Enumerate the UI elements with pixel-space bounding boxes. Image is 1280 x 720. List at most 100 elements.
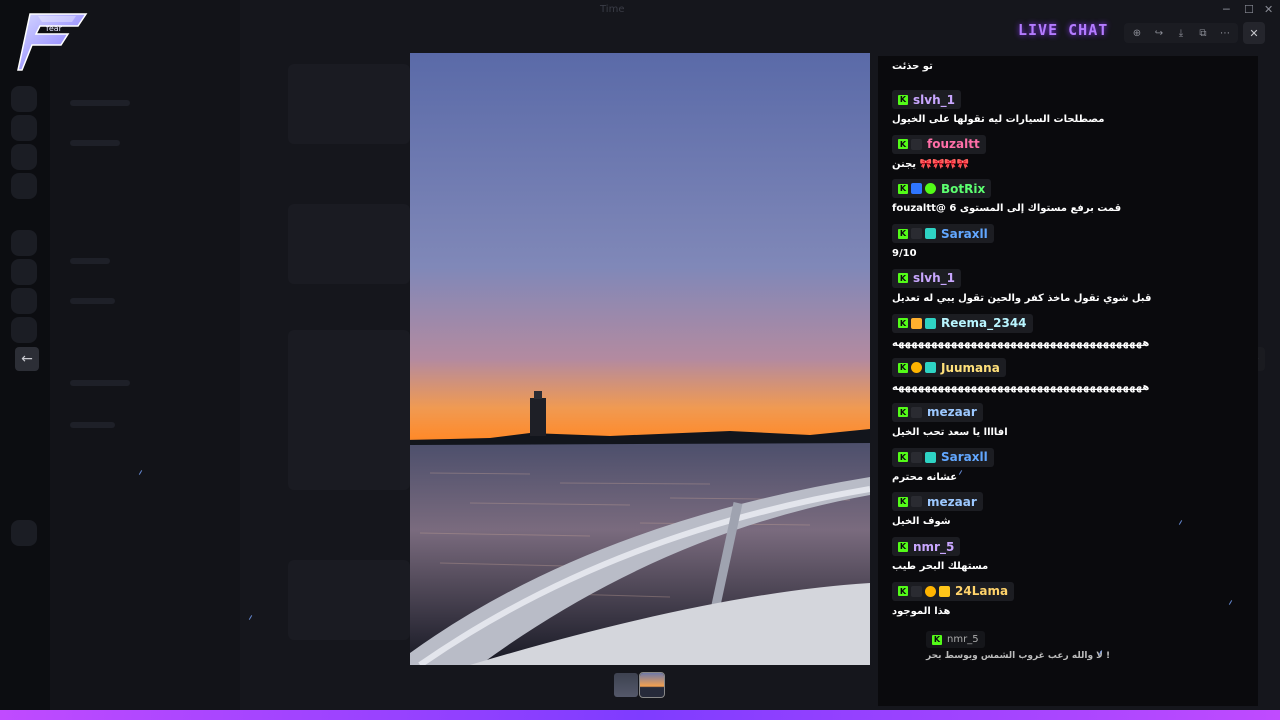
thumbnail-selected[interactable] <box>639 672 665 698</box>
chat-message: K BotRix قمت برفع مستواك إلى المستوى 6 @fo… <box>892 176 1121 214</box>
close-icon: ✕ <box>1249 26 1259 40</box>
previous-image-button[interactable]: ← <box>15 347 39 371</box>
chat-user-chip[interactable]: K BotRix <box>892 179 992 199</box>
channel-item[interactable] <box>70 140 120 146</box>
kick-badge-icon: K <box>898 541 908 552</box>
chat-user-chip[interactable]: K nmr_5 <box>926 631 985 648</box>
kick-badge-icon: K <box>898 586 908 597</box>
channel-item[interactable] <box>70 100 130 106</box>
chat-user-chip[interactable]: K Saraxll <box>892 224 994 244</box>
gift-sub-badge-icon <box>925 362 936 374</box>
chat-username: 24Lama <box>955 584 1009 599</box>
open-external-button[interactable]: ⧉ <box>1192 23 1214 43</box>
channel-item[interactable] <box>70 258 110 264</box>
download-button[interactable]: ⤓ <box>1170 23 1192 43</box>
kick-badge-icon: K <box>932 634 942 645</box>
window-close-button[interactable]: ✕ <box>1264 3 1273 16</box>
pinned-message: K nmr_5 ! لا والله رعب غروب الشمس وبوسط … <box>926 627 1110 661</box>
chat-message: Kslvh_1 قبل شوي تقول ماخذ كفر والحين تقول… <box>892 266 1151 304</box>
minimize-button[interactable]: ─ <box>1223 3 1230 16</box>
channel-list <box>50 0 240 710</box>
one-month-badge-icon <box>925 585 936 597</box>
chat-username: Saraxll <box>941 226 988 241</box>
chat-message-text: 🎀🎀🎀🎀 يجنن <box>892 158 970 170</box>
embed-card <box>288 204 410 284</box>
zoom-button[interactable]: ⊕ <box>1126 23 1148 43</box>
chat-message: Kfouzaltt 🎀🎀🎀🎀 يجنن <box>892 132 986 170</box>
chat-user-chip[interactable]: Kslvh_1 <box>892 90 961 109</box>
blank-badge-icon <box>911 451 922 463</box>
blank-badge-icon <box>911 138 922 150</box>
chat-message: Kslvh_1 مصطلحات السيارات ليه تقولها على ا… <box>892 87 1104 125</box>
logo-text: fear <box>46 24 62 33</box>
maximize-button[interactable]: ☐ <box>1244 3 1254 16</box>
stream-logo-icon <box>17 13 88 71</box>
gift-sub-badge-icon <box>925 451 936 463</box>
viewer-toolbar: ⊕ ↪ ⤓ ⧉ ⋯ <box>1124 23 1238 43</box>
chat-user-chip[interactable]: K Juumana <box>892 358 1006 378</box>
kick-badge-icon: K <box>898 273 908 284</box>
one-month-badge-icon <box>911 362 922 374</box>
server-icon[interactable] <box>11 288 37 314</box>
thumbnail-strip <box>614 672 665 698</box>
server-icon[interactable] <box>11 86 37 112</box>
kick-badge-icon: K <box>898 318 908 328</box>
kick-badge-icon: K <box>898 362 908 373</box>
chat-username: Reema_2344 <box>941 316 1027 330</box>
chat-message-text: افاااا يا سعد تحب الخيل <box>892 426 1008 438</box>
kick-badge-icon: K <box>898 496 908 507</box>
chat-user-chip[interactable]: Knmr_5 <box>892 537 961 556</box>
forward-icon: ↪ <box>1154 27 1164 39</box>
chat-user-chip[interactable]: K 24Lama <box>892 581 1015 601</box>
chat-username: nmr_5 <box>947 634 979 645</box>
chat-username: Juumana <box>941 360 1000 375</box>
chat-message: K 24Lama هذا الموجود <box>892 579 1015 617</box>
forward-button[interactable]: ↪ <box>1148 23 1170 43</box>
chat-user-chip[interactable]: Kfouzaltt <box>892 134 986 154</box>
crown-badge-icon <box>939 585 950 597</box>
server-icon[interactable] <box>11 115 37 141</box>
verified-badge-icon <box>925 183 936 195</box>
chat-user-chip[interactable]: Kslvh_1 <box>892 268 961 288</box>
server-icon[interactable] <box>11 259 37 285</box>
server-icon[interactable] <box>11 230 37 256</box>
chat-message: K Saraxll عشانه محترم <box>892 445 994 483</box>
chat-message-text: ! لا والله رعب غروب الشمس وبوسط بحر <box>926 651 1111 661</box>
channel-item[interactable] <box>70 298 115 304</box>
channel-item[interactable] <box>70 380 130 386</box>
chat-user-chip[interactable]: Kmezaar <box>892 402 983 422</box>
chat-message-text: تو حذئت <box>892 61 933 72</box>
chat-message: K Reema_2344 ههههههههههههههههههههههههههههه… <box>892 311 1149 349</box>
channel-item[interactable] <box>70 422 115 428</box>
chat-username: slvh_1 <box>913 92 955 107</box>
chat-message: K Juumana هههههههههههههههههههههههههههههههه… <box>892 355 1149 393</box>
kick-badge-icon: K <box>898 452 908 463</box>
chat-message-text: مصطلحات السيارات ليه تقولها على الخيول <box>892 114 1105 125</box>
chat-username: fouzaltt <box>927 137 980 152</box>
founder-badge-icon <box>911 317 922 329</box>
gift-sub-badge-icon <box>925 228 936 240</box>
chat-user-chip[interactable]: K Saraxll <box>892 447 994 467</box>
server-icon[interactable] <box>11 144 37 170</box>
image-attachment <box>288 330 410 490</box>
more-button[interactable]: ⋯ <box>1214 23 1236 43</box>
chat-message: Kmezaar افاااا يا سعد تحب الخيل <box>892 400 1008 438</box>
thumbnail[interactable] <box>614 673 638 697</box>
zoom-in-icon: ⊕ <box>1132 27 1142 39</box>
chat-user-chip[interactable]: Kmezaar <box>892 492 983 512</box>
chat-username: mezaar <box>927 494 977 509</box>
chat-message-text: هذا الموجود <box>892 605 951 617</box>
chat-user-chip[interactable]: K Reema_2344 <box>892 313 1033 333</box>
chat-username: mezaar <box>927 405 977 420</box>
app-title: Time <box>600 4 625 15</box>
server-icon[interactable] <box>11 317 37 343</box>
arrow-left-icon: ← <box>21 351 33 367</box>
chat-message-text: قبل شوي تقول ماخذ كفر والحين تقول يبي له… <box>892 292 1152 304</box>
embed-card <box>288 64 410 144</box>
server-icon[interactable] <box>11 173 37 199</box>
server-icon[interactable] <box>11 520 37 546</box>
close-viewer-button[interactable]: ✕ <box>1243 22 1265 44</box>
blank-badge-icon <box>911 406 922 418</box>
kick-badge-icon: K <box>898 94 908 105</box>
download-icon: ⤓ <box>1178 27 1184 39</box>
